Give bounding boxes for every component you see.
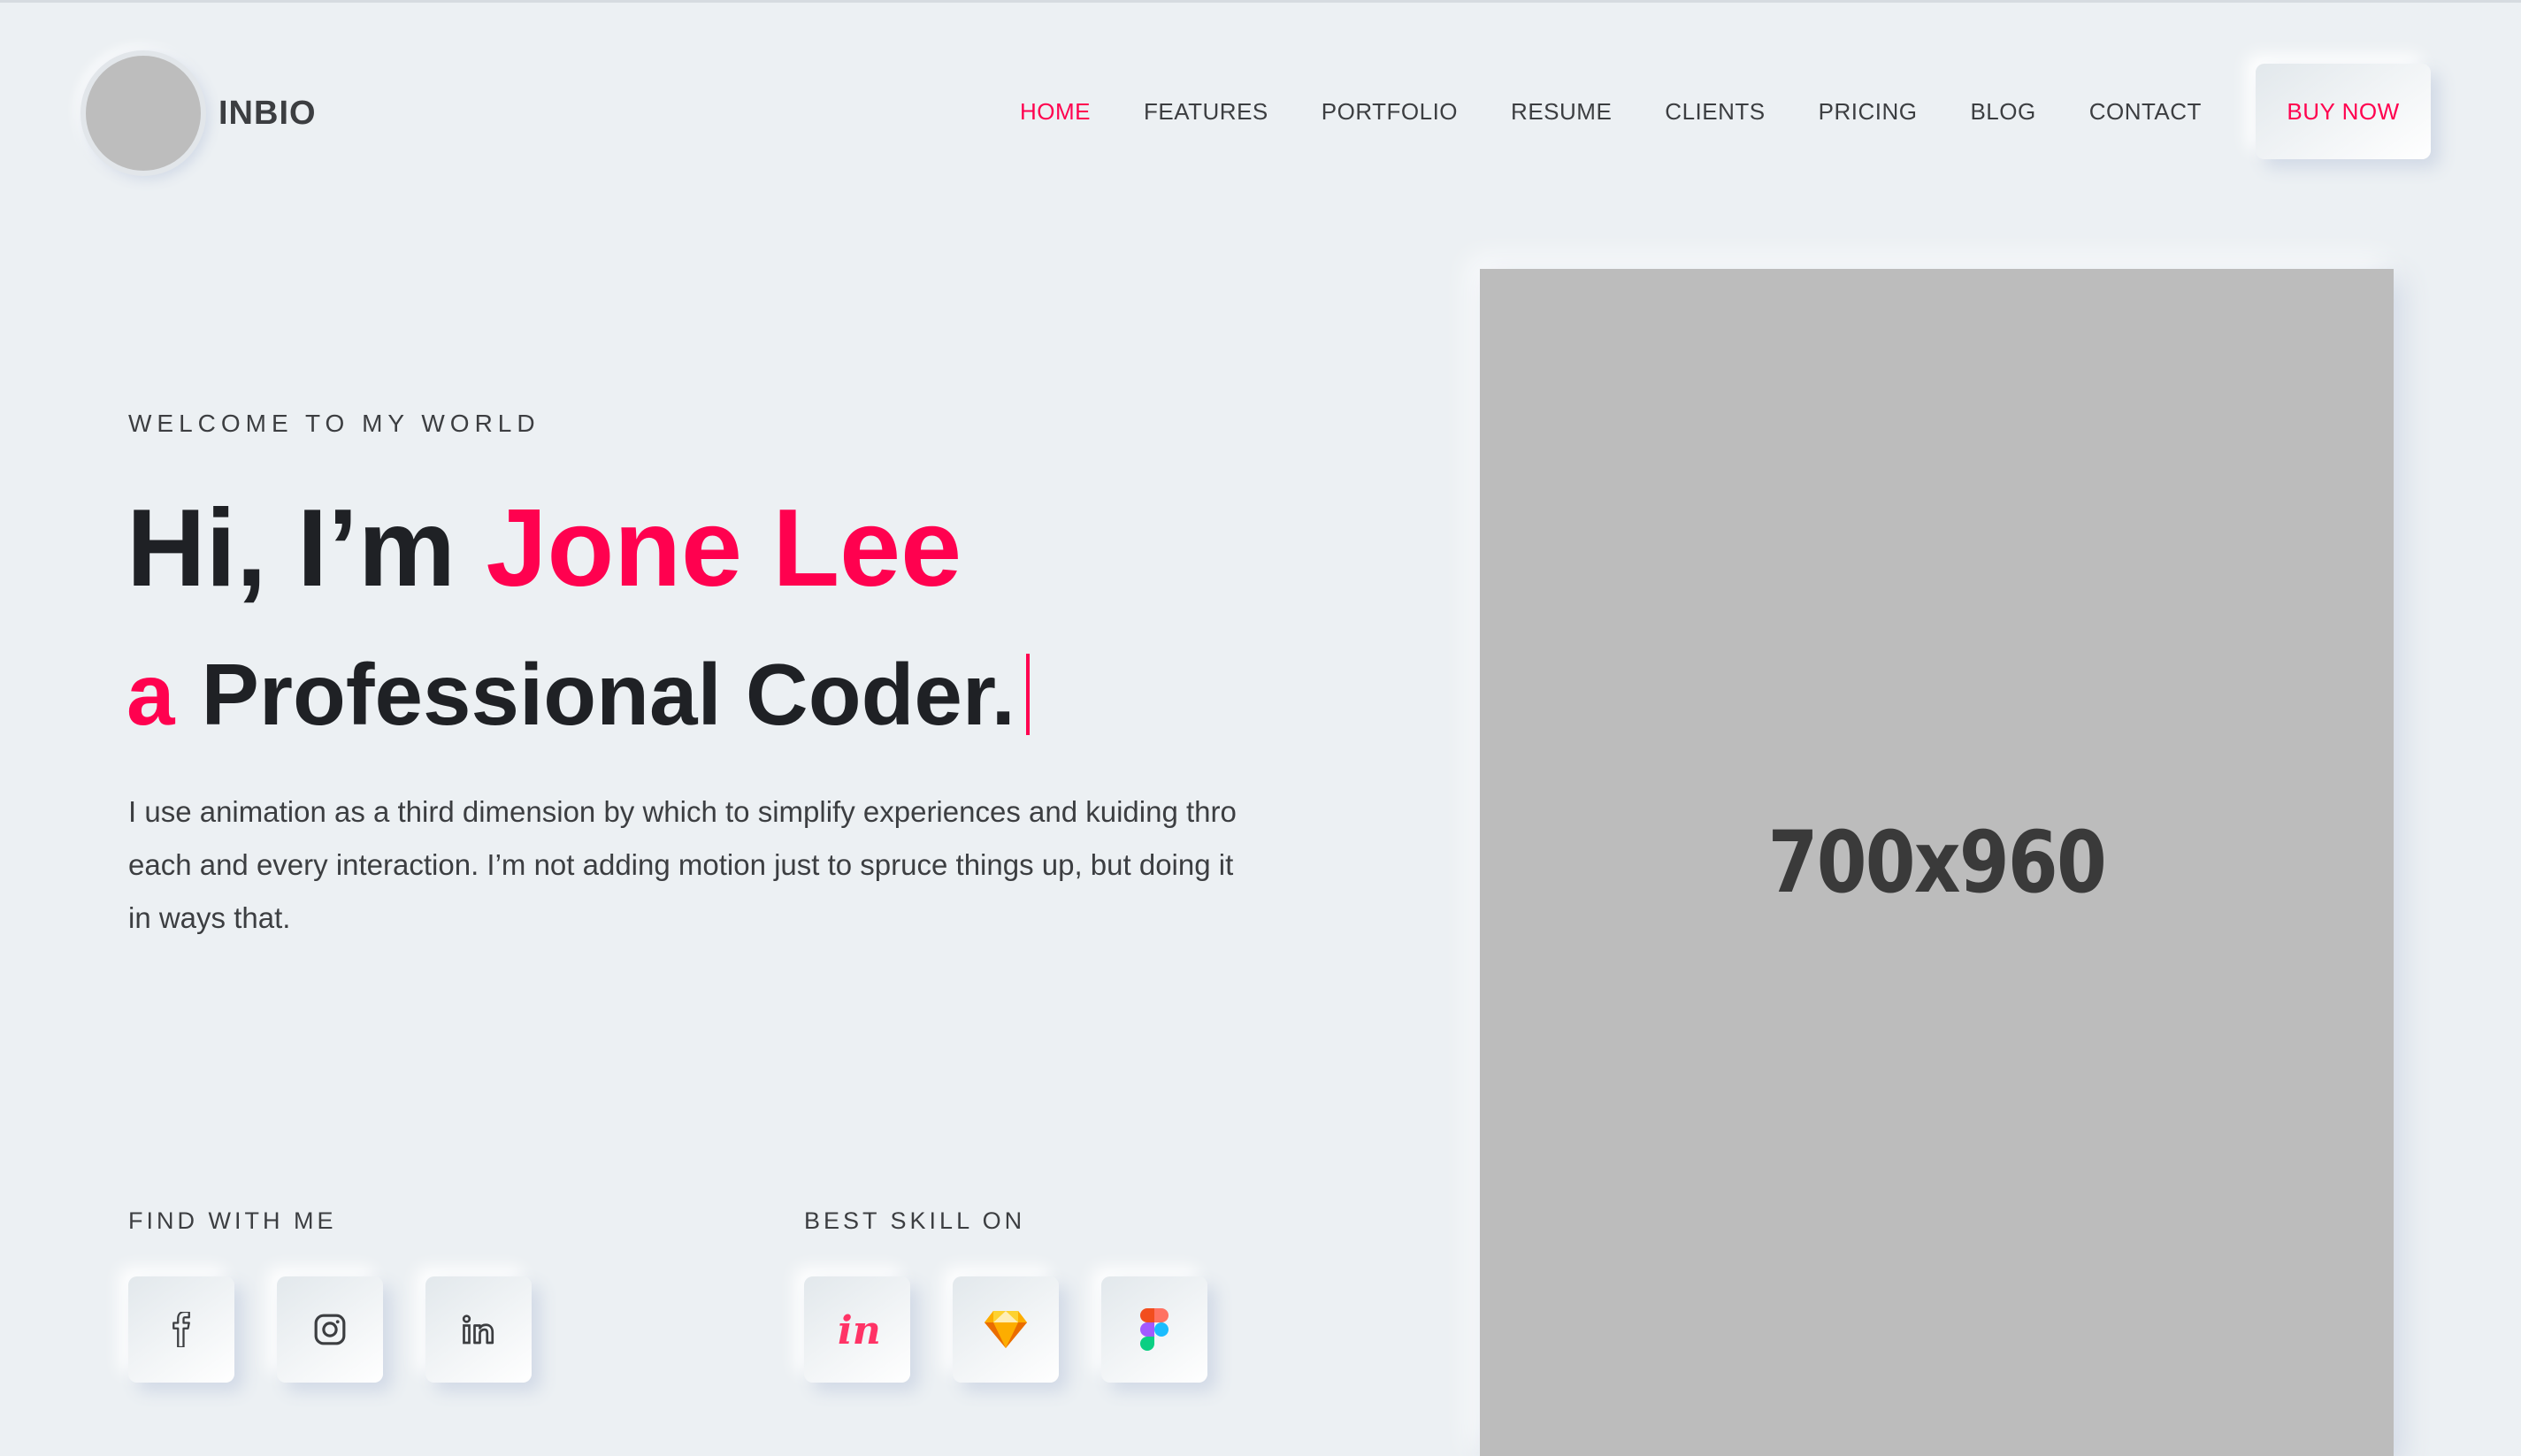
main-navigation: HOME FEATURES PORTFOLIO RESUME CLIENTS P… (1020, 96, 2202, 127)
linkedin-button[interactable] (425, 1276, 532, 1383)
buy-now-button[interactable]: BUY NOW (2256, 64, 2431, 159)
logo-avatar (80, 50, 206, 176)
invision-button[interactable]: in (804, 1276, 910, 1383)
hero-title: Hi, I’m Jone Lee (126, 482, 962, 615)
hero-greeting: Hi, I’m (126, 487, 487, 609)
image-size-label: 700x960 (1767, 813, 2107, 912)
find-with-me-label: FIND WITH ME (128, 1207, 337, 1234)
nav-item-pricing[interactable]: PRICING (1819, 98, 1918, 126)
hero-name: Jone Lee (486, 487, 962, 609)
instagram-button[interactable] (277, 1276, 383, 1383)
hero-description: I use animation as a third dimension by … (128, 795, 1237, 934)
svg-text:in: in (838, 1308, 880, 1351)
nav-item-portfolio[interactable]: PORTFOLIO (1322, 98, 1458, 126)
brand-name: INBIO (218, 94, 317, 132)
figma-icon (1140, 1308, 1169, 1351)
instagram-icon (313, 1313, 347, 1346)
nav-item-contact[interactable]: CONTACT (2089, 98, 2202, 126)
figma-button[interactable] (1101, 1276, 1207, 1383)
welcome-subtitle: WELCOME TO MY WORLD (128, 410, 540, 437)
facebook-button[interactable] (128, 1276, 234, 1383)
hero-sub-prefix: a (126, 646, 175, 743)
nav-item-resume[interactable]: RESUME (1511, 98, 1612, 126)
hero-sub-text: Professional Coder. (201, 646, 1015, 743)
nav-item-clients[interactable]: CLIENTS (1665, 98, 1765, 126)
skill-icons: in (804, 1276, 1207, 1383)
nav-item-features[interactable]: FEATURES (1144, 98, 1268, 126)
best-skill-label: BEST SKILL ON (804, 1207, 1026, 1234)
brand-logo[interactable]: INBIO (80, 50, 317, 176)
nav-item-home[interactable]: HOME (1020, 98, 1091, 126)
hero-typed-line: a Professional Coder. (126, 637, 1030, 752)
hero-image-placeholder: 700x960 (1480, 269, 2394, 1456)
social-links (128, 1276, 532, 1383)
invision-icon: in (834, 1308, 880, 1351)
top-border (0, 0, 2521, 3)
linkedin-icon (461, 1314, 496, 1345)
sketch-icon (983, 1309, 1029, 1350)
sketch-button[interactable] (953, 1276, 1059, 1383)
typing-cursor (1025, 654, 1030, 735)
nav-item-blog[interactable]: BLOG (1970, 98, 2035, 126)
facebook-icon (168, 1312, 195, 1347)
